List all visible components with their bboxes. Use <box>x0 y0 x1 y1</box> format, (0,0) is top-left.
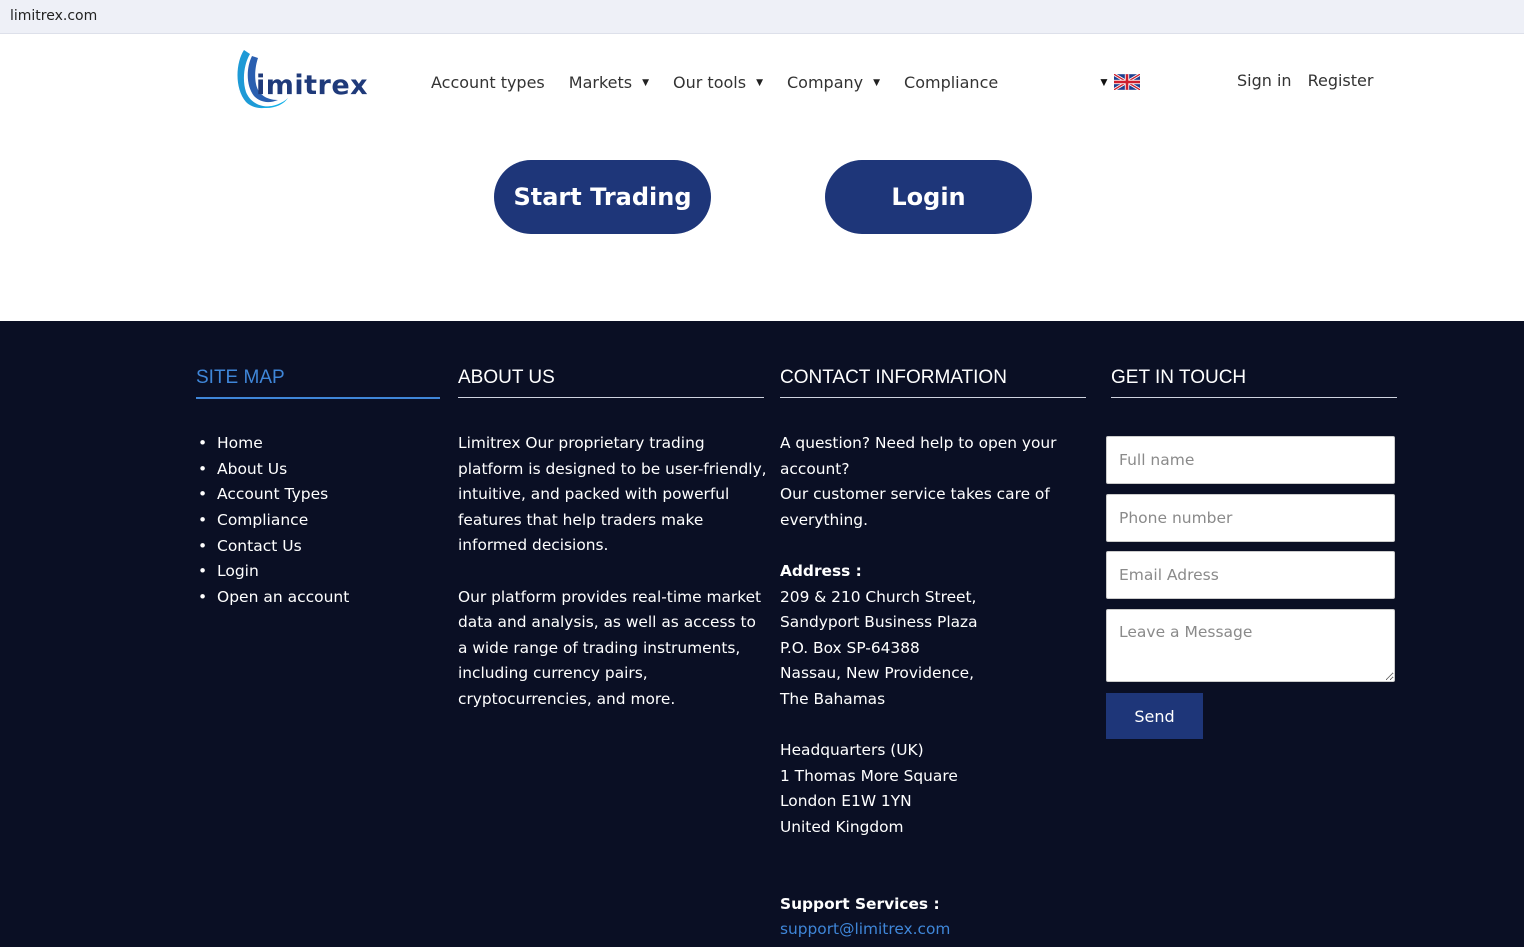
address-line: Sandyport Business Plaza <box>780 613 978 632</box>
hq-line: Headquarters (UK) <box>780 741 924 760</box>
sitemap-title: SITE MAP <box>196 367 285 388</box>
support-label: Support Services : <box>780 894 940 913</box>
uk-flag-icon <box>1113 74 1140 90</box>
browser-address-bar[interactable]: limitrex.com <box>0 0 1524 34</box>
hq-line: 1 Thomas More Square <box>780 766 958 785</box>
main-nav: Account types Markets ▼ Our tools ▼ Comp… <box>431 73 1022 92</box>
nav-markets[interactable]: Markets ▼ <box>569 73 649 92</box>
about-paragraph: Limitrex Our proprietary trading platfor… <box>458 434 767 555</box>
sitemap-link-contact-us[interactable]: Contact Us <box>196 534 349 560</box>
touch-title: GET IN TOUCH <box>1111 367 1247 388</box>
sitemap-link-open-account[interactable]: Open an account <box>196 585 349 611</box>
divider <box>780 397 1086 398</box>
contact-text: A question? Need help to open your accou… <box>780 431 1090 943</box>
nav-label: Account types <box>431 73 545 92</box>
sitemap-list: Home About Us Account Types Compliance C… <box>196 431 349 611</box>
start-trading-button[interactable]: Start Trading <box>494 160 711 234</box>
caret-down-icon: ▼ <box>1098 75 1110 89</box>
sitemap-link-account-types[interactable]: Account Types <box>196 482 349 508</box>
contact-title: CONTACT INFORMATION <box>780 367 1007 388</box>
hq-line: London E1W 1YN <box>780 792 912 811</box>
sitemap-link-compliance[interactable]: Compliance <box>196 508 349 534</box>
address-line: P.O. Box SP-64388 <box>780 638 920 657</box>
nav-account-types[interactable]: Account types <box>431 73 545 92</box>
address-label: Address : <box>780 561 862 580</box>
nav-compliance[interactable]: Compliance <box>904 73 998 92</box>
about-paragraph: Our platform provides real-time market d… <box>458 587 762 708</box>
nav-label: Our tools <box>673 73 747 92</box>
caret-down-icon: ▼ <box>873 77 881 88</box>
send-button[interactable]: Send <box>1106 693 1203 739</box>
url-text[interactable]: limitrex.com <box>10 8 97 24</box>
message-textarea[interactable] <box>1106 609 1395 682</box>
sign-in-link[interactable]: Sign in <box>1237 71 1292 90</box>
sitemap-link-home[interactable]: Home <box>196 431 349 457</box>
about-text: Limitrex Our proprietary trading platfor… <box>458 431 768 738</box>
site-logo[interactable]: imitrex <box>232 48 368 112</box>
full-name-input[interactable] <box>1106 436 1395 484</box>
hq-line: United Kingdom <box>780 817 904 836</box>
contact-intro: everything. <box>780 510 868 529</box>
sitemap-link-login[interactable]: Login <box>196 559 349 585</box>
divider <box>458 397 764 398</box>
auth-links: Sign in Register <box>1237 71 1389 90</box>
logo-text: imitrex <box>256 70 369 101</box>
contact-intro: account? <box>780 459 850 478</box>
nav-our-tools[interactable]: Our tools ▼ <box>673 73 763 92</box>
sitemap-link-about-us[interactable]: About Us <box>196 457 349 483</box>
phone-number-input[interactable] <box>1106 494 1395 542</box>
support-email-link[interactable]: support@limitrex.com <box>780 917 1090 943</box>
language-selector[interactable]: ▼ <box>1098 74 1140 90</box>
contact-intro: A question? Need help to open your <box>780 434 1057 452</box>
about-title: ABOUT US <box>458 367 555 388</box>
nav-label: Company <box>786 73 864 92</box>
contact-intro: Our customer service takes care of <box>780 485 1050 504</box>
caret-down-icon: ▼ <box>642 77 650 88</box>
divider <box>1111 397 1397 398</box>
address-line: The Bahamas <box>780 689 886 708</box>
nav-label: Markets <box>568 73 633 92</box>
address-line: Nassau, New Providence, <box>780 664 975 683</box>
address-line: 209 & 210 Church Street, <box>780 587 977 606</box>
login-button[interactable]: Login <box>825 160 1032 234</box>
email-input[interactable] <box>1106 551 1395 599</box>
caret-down-icon: ▼ <box>756 77 763 88</box>
register-link[interactable]: Register <box>1308 71 1374 90</box>
nav-company[interactable]: Company ▼ <box>787 73 880 92</box>
divider <box>196 397 440 399</box>
site-header: imitrex Account types Markets ▼ Our tool… <box>0 40 1524 130</box>
nav-label: Compliance <box>904 73 999 92</box>
